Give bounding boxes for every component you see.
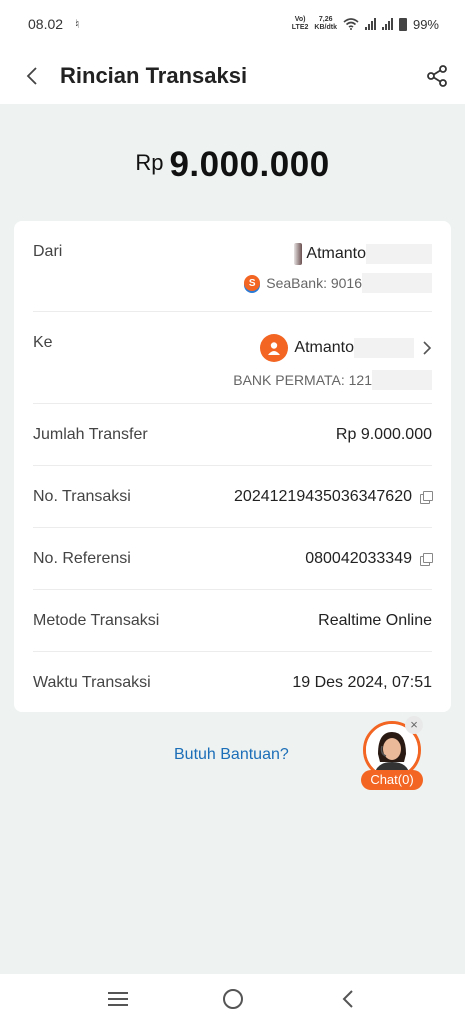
from-bank: SeaBank: 9016 [266, 275, 362, 291]
no-referensi-label: No. Referensi [33, 549, 131, 567]
network-indicator: Vo) LTE2 [291, 16, 309, 31]
signal-icon-1 [364, 18, 376, 30]
user-avatar-icon [260, 334, 289, 362]
page-title: Rincian Transaksi [60, 63, 248, 88]
transaction-details-card: Dari Atmanto S SeaBank: 9016 Ke Atmanto … [14, 221, 451, 712]
recent-apps-button[interactable] [98, 979, 138, 1019]
row-from: Dari Atmanto S SeaBank: 9016 [33, 221, 432, 312]
from-name: Atmanto [306, 245, 366, 262]
status-bar: 08.02 ♮ Vo) LTE2 7,26 KB/dtk 99% [0, 0, 465, 48]
wifi-icon [343, 18, 359, 30]
transfer-amount: Rp 9.000.000 [0, 145, 465, 185]
help-link[interactable]: Butuh Bantuan? [174, 746, 289, 764]
redacted-block [366, 244, 432, 264]
battery-icon [398, 17, 407, 31]
row-jumlah-transfer: Jumlah Transfer Rp 9.000.000 [33, 404, 432, 466]
chevron-right-icon [423, 341, 432, 355]
chat-widget[interactable]: × Chat(0) [361, 716, 423, 790]
back-button[interactable] [12, 56, 52, 96]
share-button[interactable] [417, 56, 457, 96]
app-bar: Rincian Transaksi [0, 48, 465, 104]
seabank-icon: S [244, 275, 261, 291]
chat-button[interactable]: Chat(0) [361, 770, 423, 790]
jumlah-transfer-value: Rp 9.000.000 [335, 425, 432, 443]
from-label: Dari [33, 243, 63, 260]
amount-currency: Rp [135, 150, 164, 175]
signal-icon-2 [381, 18, 393, 30]
row-no-referensi: No. Referensi 080042033349 [33, 528, 433, 590]
waktu-transaksi-value: 19 Des 2024, 07:51 [292, 674, 432, 691]
menu-icon [107, 992, 128, 1006]
home-circle-icon [222, 989, 243, 1009]
copy-icon[interactable] [420, 490, 433, 504]
to-bank: BANK PERMATA: 121 [233, 372, 372, 388]
battery-level: 99% [412, 16, 439, 32]
no-referensi-value: 080042033349 [305, 549, 412, 567]
share-icon [427, 65, 447, 87]
music-note-icon: ♮ [75, 17, 80, 31]
copy-icon[interactable] [420, 552, 433, 566]
back-icon [342, 990, 353, 1008]
redacted-block [354, 338, 414, 358]
system-nav-bar [0, 974, 465, 1024]
row-metode-transaksi: Metode Transaksi Realtime Online [33, 590, 432, 652]
jumlah-transfer-label: Jumlah Transfer [33, 425, 148, 443]
amount-value: 9.000.000 [169, 145, 330, 184]
home-button[interactable] [213, 979, 253, 1019]
row-to[interactable]: Ke Atmanto BANK PERMATA: 121 [33, 312, 432, 404]
redacted-block [372, 370, 432, 390]
row-no-transaksi: No. Transaksi 20241219435036347620 [33, 466, 433, 528]
row-waktu-transaksi: Waktu Transaksi 19 Des 2024, 07:51 [33, 652, 432, 714]
speed-indicator: 7,26 KB/dtk [314, 16, 337, 31]
redacted-block [362, 273, 432, 293]
no-transaksi-label: No. Transaksi [33, 487, 131, 505]
no-transaksi-value: 20241219435036347620 [234, 487, 412, 505]
chat-close-icon[interactable]: × [405, 716, 423, 734]
redacted-photo [294, 243, 303, 265]
to-name: Atmanto [294, 339, 354, 356]
metode-transaksi-value: Realtime Online [318, 611, 432, 629]
metode-transaksi-label: Metode Transaksi [33, 611, 160, 629]
to-label: Ke [33, 334, 53, 351]
nav-back-button[interactable] [328, 979, 368, 1019]
status-time: 08.02 [28, 16, 64, 32]
waktu-transaksi-label: Waktu Transaksi [33, 674, 151, 691]
back-icon [26, 67, 37, 85]
